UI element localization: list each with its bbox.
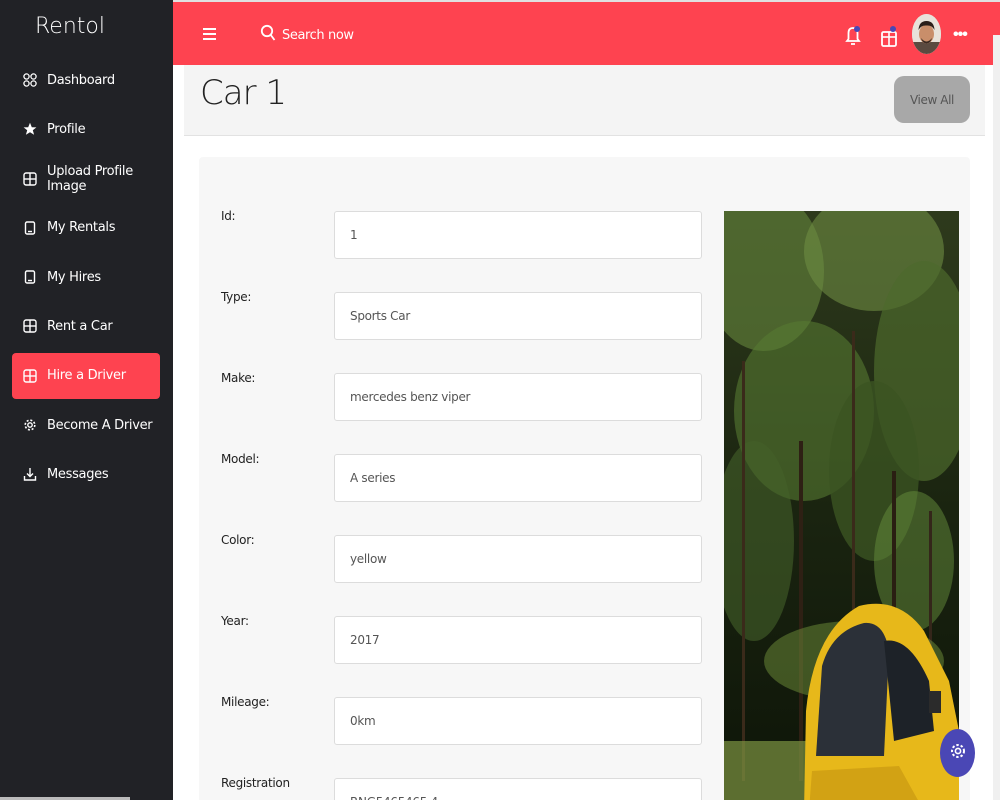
field-label-model: Model:: [221, 452, 260, 466]
sidebar-item-label: Dashboard: [47, 72, 115, 88]
sidebar-item-my-hires[interactable]: My Hires: [12, 254, 160, 300]
field-row: Model:: [199, 452, 709, 504]
sidebar-nav: Dashboard Profile Upload Profile Image M…: [12, 57, 160, 501]
mileage-field[interactable]: [334, 697, 702, 745]
sidebar-item-my-rentals[interactable]: My Rentals: [12, 205, 160, 251]
tablet-icon: [22, 269, 38, 285]
field-row: Mileage:: [199, 695, 709, 747]
brand-logo[interactable]: Rentol: [0, 14, 140, 39]
field-row: Id:: [199, 209, 709, 261]
sidebar-item-messages[interactable]: Messages: [12, 451, 160, 497]
page-title: Car 1: [200, 73, 287, 113]
car-photo: [724, 211, 959, 800]
field-row: Make:: [199, 371, 709, 423]
tablet-icon: [22, 220, 38, 236]
field-row: Registration: [199, 776, 709, 800]
field-label-color: Color:: [221, 533, 255, 547]
sidebar-item-profile[interactable]: Profile: [12, 106, 160, 152]
sidebar: Rentol Dashboard Profile Upload Profile …: [0, 0, 173, 800]
year-field[interactable]: [334, 616, 702, 664]
grid-square-icon: [22, 318, 38, 334]
sidebar-item-label: Become A Driver: [47, 417, 153, 433]
make-field[interactable]: [334, 373, 702, 421]
gear-icon: [22, 417, 38, 433]
model-field[interactable]: [334, 454, 702, 502]
id-field[interactable]: [334, 211, 702, 259]
field-label-year: Year:: [221, 614, 249, 628]
search-input[interactable]: Search now: [260, 24, 354, 46]
menu-icon[interactable]: [203, 28, 216, 43]
view-all-button[interactable]: View All: [894, 76, 970, 123]
field-row: Type:: [199, 290, 709, 342]
sidebar-item-label: Upload Profile Image: [47, 163, 133, 194]
field-label-mileage: Mileage:: [221, 695, 270, 709]
avatar[interactable]: [912, 14, 941, 54]
sidebar-item-dashboard[interactable]: Dashboard: [12, 57, 160, 103]
grid-square-icon: [22, 171, 38, 187]
bell-icon[interactable]: [844, 24, 862, 48]
download-icon: [22, 466, 38, 482]
car-details-card: Id: Type: Make: Model: Color: Year: Mile…: [199, 157, 970, 800]
field-label-id: Id:: [221, 209, 236, 223]
sidebar-item-label: My Hires: [47, 269, 101, 285]
sidebar-item-label: My Rentals: [47, 220, 116, 236]
more-icon[interactable]: •••: [953, 26, 968, 44]
field-label-make: Make:: [221, 371, 256, 385]
star-icon: [22, 121, 38, 137]
sidebar-item-become-a-driver[interactable]: Become A Driver: [12, 402, 160, 448]
scrollbar[interactable]: [993, 35, 1000, 800]
sidebar-item-label: Hire a Driver: [47, 368, 126, 384]
search-placeholder: Search now: [282, 27, 354, 43]
page-header: Car 1 View All: [184, 65, 985, 136]
sidebar-item-label: Messages: [47, 466, 109, 482]
grid-circles-icon: [22, 72, 38, 88]
registration-field[interactable]: [334, 778, 702, 800]
search-icon: [260, 24, 282, 46]
sidebar-item-upload-profile-image[interactable]: Upload Profile Image: [12, 156, 160, 202]
color-field[interactable]: [334, 535, 702, 583]
top-bar: Search now •••: [173, 0, 1000, 65]
sidebar-item-label: Profile: [47, 121, 86, 137]
sidebar-item-label: Rent a Car: [47, 318, 113, 334]
type-field[interactable]: [334, 292, 702, 340]
sidebar-item-hire-a-driver[interactable]: Hire a Driver: [12, 352, 160, 399]
grid-square-icon: [22, 368, 38, 384]
field-row: Year:: [199, 614, 709, 666]
field-label-type: Type:: [221, 290, 252, 304]
sidebar-item-rent-a-car[interactable]: Rent a Car: [12, 303, 160, 349]
gift-icon[interactable]: [880, 24, 898, 48]
field-label-registration: Registration: [221, 776, 290, 790]
field-row: Color:: [199, 533, 709, 585]
gear-icon: [949, 742, 967, 765]
settings-fab[interactable]: [940, 729, 975, 777]
